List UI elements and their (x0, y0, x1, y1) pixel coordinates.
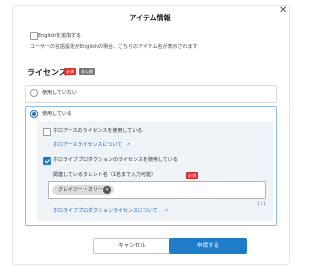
english-description: ユーザーの言語設定がEnglishの場合、こちらのアイテム名が表示されます (30, 44, 198, 50)
talent-name-label: 関連しているタレント名（1名まで入力可能） (53, 172, 157, 178)
talent-chip-label: クレイジー・オリー (58, 187, 104, 193)
license-section-title: ライセンス (27, 68, 67, 77)
add-english-label[interactable]: Englishを追加する (38, 33, 81, 39)
radio-used-label[interactable]: 使用している (42, 111, 72, 117)
talent-name-input[interactable]: クレイジー・オリー ✕ (48, 181, 266, 199)
talent-required-badge: 必須 (186, 172, 198, 179)
license-detail-panel (37, 121, 273, 221)
hololive-ancient-checkbox[interactable] (43, 128, 51, 136)
talent-counter: 1 / 1 (257, 201, 266, 206)
hololive-production-label[interactable]: ホロライブプロダクションのライセンスを使用している (53, 157, 178, 163)
talent-chip: クレイジー・オリー ✕ (52, 185, 114, 195)
hololive-production-license-link[interactable]: ホロライブプロダクションライセンスについて (53, 208, 158, 214)
private-badge: 非公開 (79, 68, 95, 75)
radio-none[interactable] (30, 89, 38, 97)
submit-button[interactable]: 申請する (169, 238, 247, 254)
hololive-ancient-license-link[interactable]: ホロアースライセンスについて (53, 142, 122, 148)
required-badge: 必須 (64, 68, 76, 75)
dialog-title: アイテム情報 (129, 14, 171, 22)
external-link-icon: ↗ (126, 142, 131, 148)
radio-none-label[interactable]: 使用していない (42, 90, 77, 96)
radio-used[interactable] (30, 110, 38, 118)
external-link-icon: ↗ (164, 208, 169, 214)
hololive-production-checkbox[interactable] (43, 157, 51, 165)
add-english-checkbox[interactable] (30, 32, 38, 40)
cancel-button[interactable]: キャンセル (93, 238, 171, 254)
hololive-ancient-label[interactable]: ホロアースのライセンスを使用している (53, 128, 142, 134)
chip-remove-icon[interactable]: ✕ (103, 186, 111, 194)
